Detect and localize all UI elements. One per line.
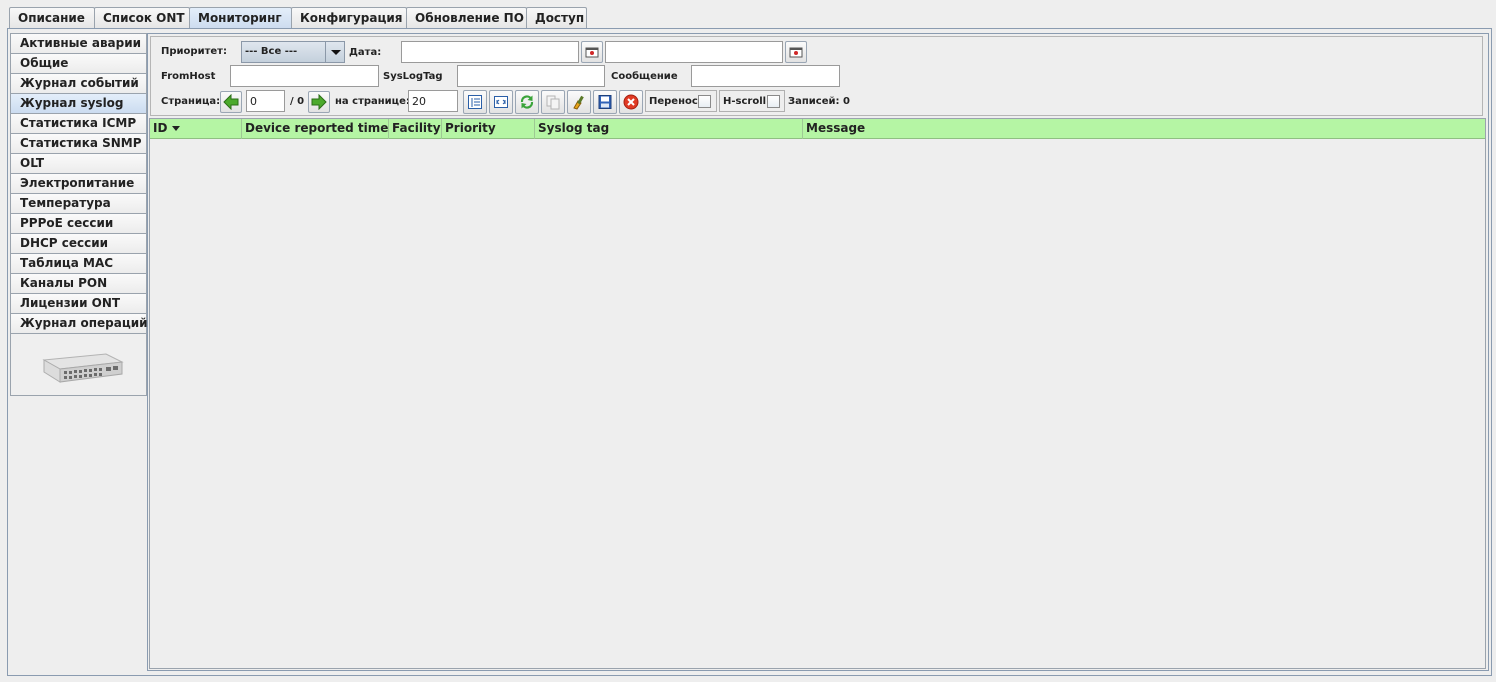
column-header-device-time[interactable]: Device reported time <box>242 119 389 139</box>
side-tab-dhcp-sessions[interactable]: DHCP сессии <box>10 233 147 254</box>
side-tab-active-alarms[interactable]: Активные аварии <box>10 33 147 54</box>
close-icon <box>623 94 639 110</box>
arrow-right-icon <box>311 94 327 110</box>
save-icon <box>598 95 612 109</box>
device-image-panel <box>10 333 147 396</box>
arrow-left-icon <box>223 94 239 110</box>
prev-page-button[interactable] <box>220 91 242 113</box>
date-from-calendar-button[interactable] <box>581 41 603 63</box>
wrap-label: Перенос <box>649 96 698 107</box>
priority-label: Приоритет: <box>161 46 227 57</box>
side-tab-operations-log[interactable]: Журнал операций <box>10 313 148 334</box>
side-tab-temperature[interactable]: Температура <box>10 193 147 214</box>
refresh-button[interactable] <box>515 90 539 114</box>
tab-firmware-update[interactable]: Обновление ПО <box>406 7 527 28</box>
date-label: Дата: <box>349 47 382 58</box>
side-tab-power[interactable]: Электропитание <box>10 173 147 194</box>
copy-button[interactable] <box>541 90 565 114</box>
side-tab-event-log[interactable]: Журнал событий <box>10 73 147 94</box>
column-header-syslog-tag[interactable]: Syslog tag <box>535 119 803 139</box>
side-tab-ont-licenses[interactable]: Лицензии ONT <box>10 293 147 314</box>
calendar-icon <box>585 47 599 58</box>
syslogtag-field[interactable] <box>457 65 605 87</box>
per-page-label: на странице: <box>335 96 410 107</box>
per-page-field[interactable] <box>408 90 458 112</box>
tab-configuration[interactable]: Конфигурация <box>291 7 407 28</box>
tab-access[interactable]: Доступ <box>526 7 587 28</box>
sort-desc-icon <box>172 126 181 131</box>
message-label: Сообщение <box>611 71 678 82</box>
next-page-button[interactable] <box>308 91 330 113</box>
save-button[interactable] <box>593 90 617 114</box>
clear-filter-icon <box>573 95 584 110</box>
main-tab-bar: Описание Список ONT Мониторинг Конфигура… <box>9 7 587 28</box>
syslogtag-label: SysLogTag <box>383 71 443 82</box>
side-tab-pppoe-sessions[interactable]: PPPoE сессии <box>10 213 147 234</box>
side-tab-olt[interactable]: OLT <box>10 153 147 174</box>
table-header: ID Device reported time Facility Priorit… <box>150 119 1485 139</box>
fit-columns-button[interactable] <box>489 90 513 114</box>
fromhost-field[interactable] <box>230 65 379 87</box>
column-header-message[interactable]: Message <box>803 119 1485 139</box>
message-field[interactable] <box>691 65 840 87</box>
fit-width-icon <box>494 96 508 108</box>
wrap-checkbox[interactable] <box>698 95 711 108</box>
tab-description[interactable]: Описание <box>9 7 95 28</box>
calendar-icon <box>789 47 803 58</box>
priority-select[interactable]: --- Все --- <box>241 41 345 63</box>
column-header-id[interactable]: ID <box>150 119 242 139</box>
clear-filter-button[interactable] <box>567 90 591 114</box>
chevron-down-icon[interactable] <box>325 42 344 62</box>
side-tab-snmp-stats[interactable]: Статистика SNMP <box>10 133 147 154</box>
close-button[interactable] <box>619 90 643 114</box>
side-tab-pon-channels[interactable]: Каналы PON <box>10 273 147 294</box>
records-count: Записей: 0 <box>788 96 850 107</box>
tab-ont-list[interactable]: Список ONT <box>94 7 190 28</box>
fromhost-label: FromHost <box>161 71 216 82</box>
column-header-facility[interactable]: Facility <box>389 119 442 139</box>
side-tab-general[interactable]: Общие <box>10 53 147 74</box>
columns-button[interactable] <box>463 90 487 114</box>
refresh-icon <box>520 95 534 109</box>
priority-select-value: --- Все --- <box>245 46 298 57</box>
column-list-icon <box>468 95 482 109</box>
column-header-priority[interactable]: Priority <box>442 119 535 139</box>
copy-icon <box>546 95 560 110</box>
side-tab-syslog[interactable]: Журнал syslog <box>10 93 147 114</box>
side-tab-mac-table[interactable]: Таблица MAC <box>10 253 147 274</box>
syslog-table: ID Device reported time Facility Priorit… <box>149 118 1486 669</box>
date-from-field[interactable] <box>401 41 579 63</box>
page-number-field[interactable] <box>246 90 285 112</box>
monitoring-side-tabs: Активные аварии Общие Журнал событий Жур… <box>10 33 148 334</box>
olt-device-image <box>42 353 124 383</box>
date-to-field[interactable] <box>605 41 783 63</box>
tab-monitoring[interactable]: Мониторинг <box>189 7 292 28</box>
side-tab-icmp-stats[interactable]: Статистика ICMP <box>10 113 147 134</box>
column-header-label: ID <box>153 121 168 135</box>
date-to-calendar-button[interactable] <box>785 41 807 63</box>
hscroll-label: H-scroll <box>723 96 767 107</box>
hscroll-checkbox[interactable] <box>767 95 780 108</box>
page-label: Страница: <box>161 96 221 107</box>
page-total: / 0 <box>290 96 305 107</box>
